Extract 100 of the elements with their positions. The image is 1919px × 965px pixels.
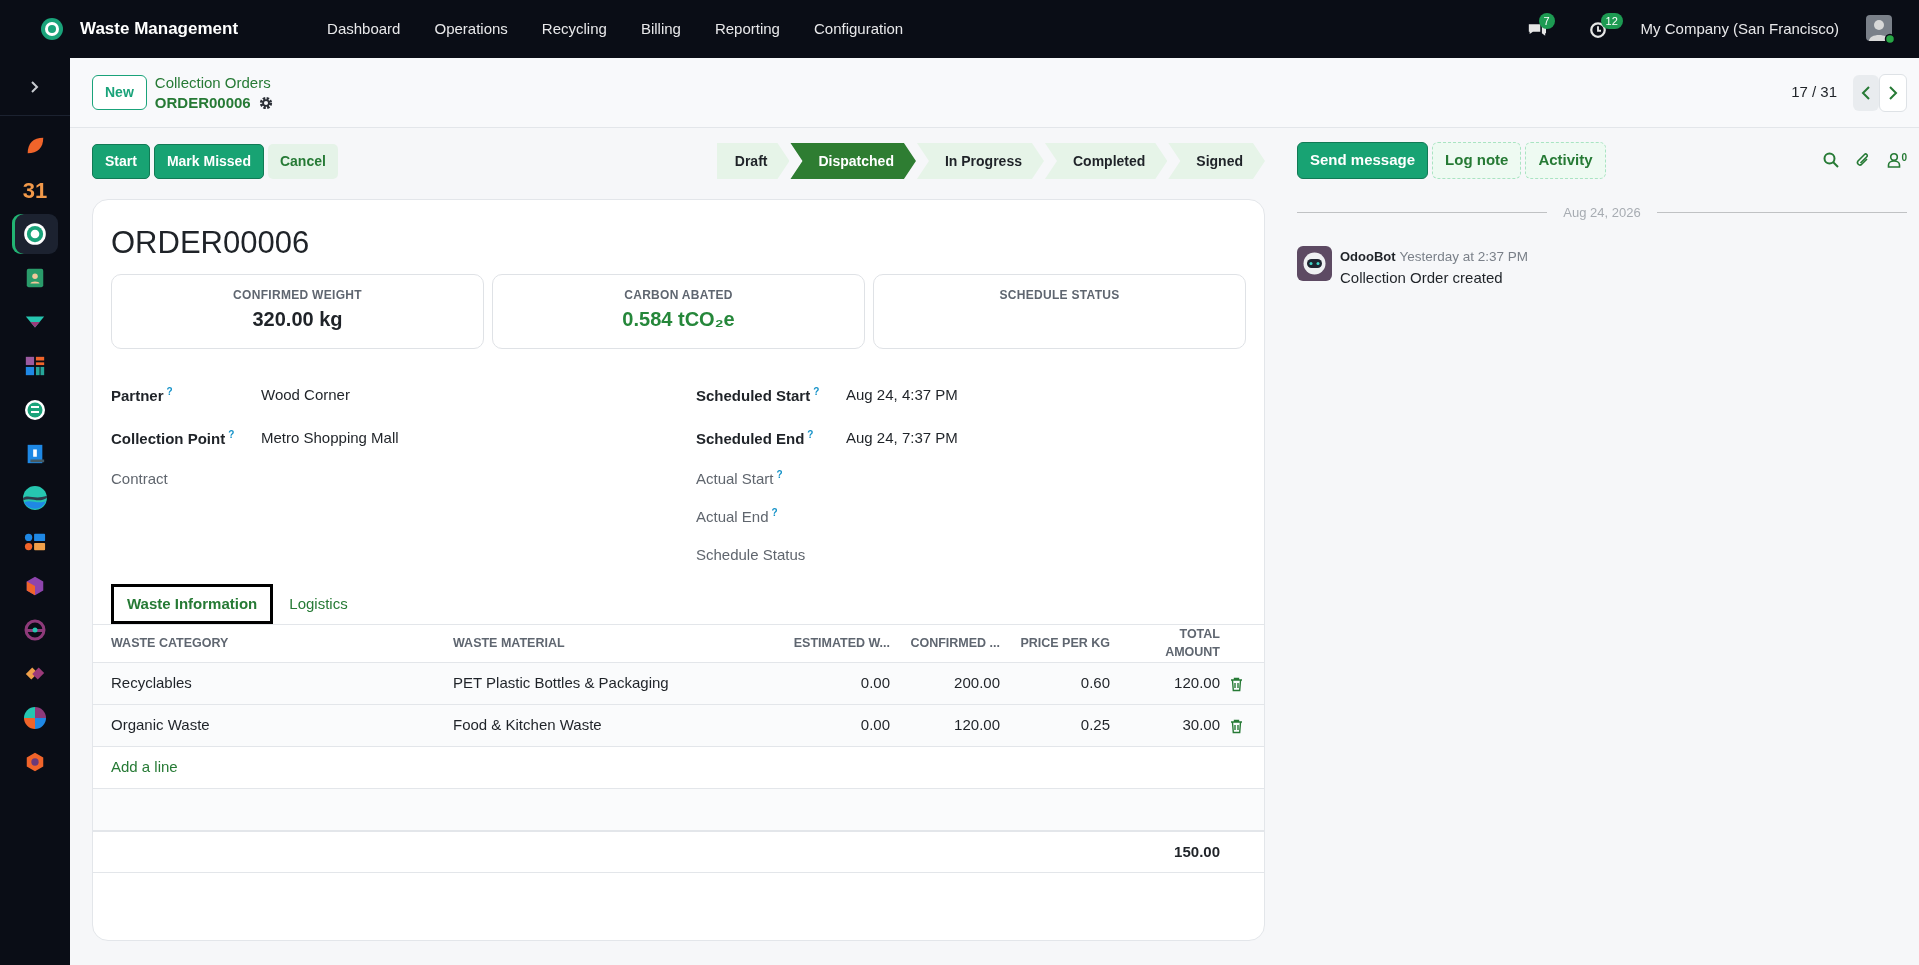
pie-icon[interactable] bbox=[23, 706, 47, 730]
activity-count-badge: 12 bbox=[1600, 12, 1623, 29]
breadcrumb-link[interactable]: Collection Orders bbox=[154, 72, 273, 93]
chatter-button[interactable]: Send message bbox=[1297, 142, 1429, 179]
record-name: ORDER00006 bbox=[154, 92, 251, 113]
search-icon[interactable] bbox=[1823, 152, 1840, 169]
field-label: Schedule Status bbox=[696, 545, 806, 565]
help-marker[interactable]: ? bbox=[807, 428, 814, 440]
dots-grid-icon[interactable] bbox=[23, 531, 47, 553]
status-stage[interactable]: Signed bbox=[1168, 143, 1265, 179]
action-button[interactable]: Cancel bbox=[267, 143, 338, 179]
action-button[interactable]: Start bbox=[92, 143, 150, 179]
column-header[interactable]: WASTE MATERIAL bbox=[443, 624, 775, 663]
pager-value: 17 / 31 bbox=[1791, 82, 1837, 103]
menu-item[interactable]: Billing bbox=[623, 17, 698, 41]
form-tab[interactable]: Waste Information bbox=[111, 584, 274, 624]
field-value[interactable]: Aug 24, 7:37 PM bbox=[846, 427, 958, 450]
chatter-button[interactable]: Log note bbox=[1432, 142, 1522, 179]
form-tab[interactable]: Logistics bbox=[273, 584, 364, 624]
table-cell: 120.00 bbox=[1120, 662, 1230, 705]
date-separator: Aug 24, 2026 bbox=[1562, 203, 1642, 222]
table-cell: 0.25 bbox=[1010, 704, 1120, 747]
total-amount: 150.00 bbox=[1174, 842, 1220, 860]
help-marker[interactable]: ? bbox=[771, 507, 778, 518]
table-cell: Food & Kitchen Waste bbox=[443, 704, 775, 747]
avatar-icon[interactable] bbox=[1865, 14, 1895, 44]
menu-item[interactable]: Operations bbox=[417, 17, 525, 41]
robot-avatar-icon bbox=[1297, 246, 1332, 281]
table-cell: 30.00 bbox=[1120, 704, 1230, 747]
field-label: Actual Start bbox=[696, 469, 774, 489]
status-stage[interactable]: Completed bbox=[1045, 143, 1168, 179]
status-stage[interactable]: Dispatched bbox=[790, 143, 916, 179]
stat-value: 320.00 kg bbox=[251, 307, 344, 332]
chevron-right-icon bbox=[1888, 85, 1898, 102]
table-cell: PET Plastic Bottles & Packaging bbox=[443, 662, 775, 705]
column-header[interactable]: WASTE CATEGORY bbox=[93, 624, 443, 663]
table-cell: 0.00 bbox=[775, 662, 900, 705]
menu-item[interactable]: Configuration bbox=[796, 17, 921, 41]
menu-item[interactable]: Dashboard bbox=[310, 17, 418, 41]
message-body: Collection Order created bbox=[1340, 268, 1504, 288]
add-line-link[interactable]: Add a line bbox=[111, 758, 178, 776]
column-header[interactable]: TOTAL AMOUNT bbox=[1120, 624, 1230, 663]
message-author: OdooBot bbox=[1340, 249, 1396, 264]
table-cell: Recyclables bbox=[93, 662, 443, 705]
menu-item[interactable]: Recycling bbox=[524, 17, 624, 41]
contact-card-icon[interactable] bbox=[24, 267, 46, 289]
next-button[interactable] bbox=[1879, 73, 1907, 112]
menu-item[interactable]: Reporting bbox=[697, 17, 797, 41]
trash-icon[interactable] bbox=[1230, 718, 1243, 734]
record-title: ORDER00006 bbox=[111, 224, 311, 262]
settings-icon[interactable] bbox=[258, 95, 273, 110]
steering-wheel-icon[interactable] bbox=[23, 618, 47, 642]
message-time: Yesterday at 2:37 PM bbox=[1399, 249, 1529, 264]
clock-icon[interactable] bbox=[1588, 20, 1607, 39]
column-header[interactable]: CONFIRMED ... bbox=[900, 624, 1010, 663]
app-tile[interactable]: 31 bbox=[12, 170, 58, 210]
status-stage[interactable]: In Progress bbox=[916, 143, 1044, 179]
help-marker[interactable]: ? bbox=[813, 385, 820, 397]
stat-label: SCHEDULE STATUS bbox=[998, 287, 1121, 304]
field-value[interactable]: Wood Corner bbox=[261, 384, 350, 407]
column-header[interactable]: ESTIMATED W... bbox=[775, 624, 900, 663]
field-value[interactable]: Aug 24, 4:37 PM bbox=[846, 384, 958, 407]
new-button[interactable]: New bbox=[92, 75, 147, 110]
hexagon-icon[interactable] bbox=[24, 750, 46, 774]
stat-label: CONFIRMED WEIGHT bbox=[232, 287, 363, 304]
follower-count: 0 bbox=[1901, 152, 1907, 164]
stat-label: CARBON ABATED bbox=[623, 287, 734, 304]
trash-icon[interactable] bbox=[1230, 676, 1243, 692]
field-label: Actual End bbox=[696, 507, 769, 527]
company-switcher[interactable]: My Company (San Francisco) bbox=[1640, 17, 1839, 41]
field-label: Contract bbox=[111, 469, 168, 489]
wave-icon[interactable] bbox=[22, 485, 48, 511]
previous-button[interactable] bbox=[1853, 74, 1879, 111]
chatter-button[interactable]: Activity bbox=[1525, 142, 1606, 179]
field-label: Collection Point bbox=[111, 428, 226, 449]
help-marker[interactable]: ? bbox=[228, 428, 235, 440]
message-count-badge: 7 bbox=[1538, 12, 1555, 29]
field-label: Scheduled Start bbox=[696, 385, 811, 406]
field-label: Scheduled End bbox=[696, 428, 805, 449]
field-label: Partner bbox=[111, 385, 164, 406]
table-cell: 0.00 bbox=[775, 704, 900, 747]
cube-icon[interactable] bbox=[24, 574, 46, 598]
column-header[interactable]: PRICE PER KG bbox=[1010, 624, 1120, 663]
table-cell: 120.00 bbox=[900, 704, 1010, 747]
app-tile[interactable] bbox=[12, 214, 58, 254]
field-value[interactable]: Metro Shopping Mall bbox=[261, 427, 399, 450]
help-marker[interactable]: ? bbox=[166, 385, 173, 397]
chevron-right-icon[interactable] bbox=[29, 79, 41, 94]
app-name[interactable]: Waste Management bbox=[80, 16, 239, 42]
stat-value: 0.584 tCO₂e bbox=[621, 307, 736, 332]
table-cell: 0.60 bbox=[1010, 662, 1120, 705]
help-marker[interactable]: ? bbox=[776, 469, 783, 480]
table-cell: Organic Waste bbox=[93, 704, 443, 747]
status-stage[interactable]: Draft bbox=[716, 143, 790, 179]
chevron-left-icon bbox=[1861, 85, 1871, 102]
table-cell: 200.00 bbox=[900, 662, 1010, 705]
tiles-icon[interactable] bbox=[24, 355, 46, 377]
action-button[interactable]: Mark Missed bbox=[153, 143, 264, 179]
person-icon[interactable] bbox=[1887, 152, 1902, 169]
calendar-icon[interactable]: 31 bbox=[22, 173, 48, 207]
